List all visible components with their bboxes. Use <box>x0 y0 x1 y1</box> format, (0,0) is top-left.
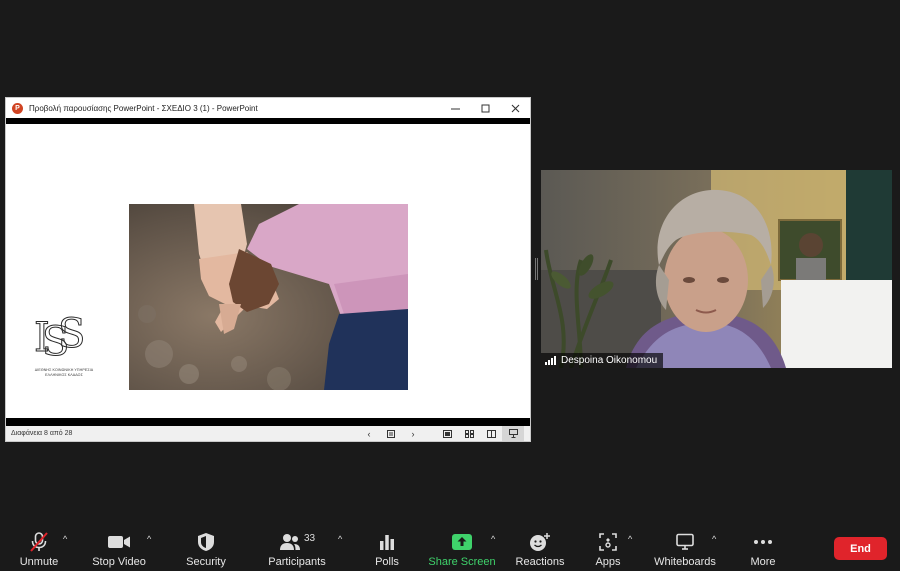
shared-powerpoint-window[interactable]: P Προβολή παρουσίασης PowerPoint - ΣΧΕΔΙ… <box>5 97 531 442</box>
ppt-window-title: Προβολή παρουσίασης PowerPoint - ΣΧΕΔΙΟ … <box>29 103 258 113</box>
share-options-chevron-up-icon[interactable]: ^ <box>491 534 495 544</box>
chevron-right-icon: › <box>411 428 415 439</box>
whiteboard-icon <box>675 528 695 556</box>
slide-show-icon <box>508 429 518 438</box>
audio-options-chevron-up-icon[interactable]: ^ <box>63 534 67 544</box>
chevron-left-icon: ‹ <box>367 428 371 439</box>
security-button[interactable]: Security <box>182 520 230 571</box>
participant-video-frame <box>541 170 892 368</box>
shield-icon <box>197 528 215 556</box>
participants-label: Participants <box>268 556 326 568</box>
share-screen-button[interactable]: Share Screen <box>428 520 496 571</box>
next-slide-button[interactable]: › <box>402 426 424 441</box>
apps-options-chevron-up-icon[interactable]: ^ <box>628 534 632 544</box>
participants-icon: 33 <box>279 528 315 556</box>
participant-name-tag: Despoina Oikonomou <box>541 353 664 368</box>
reading-view-icon <box>486 429 496 438</box>
reactions-button[interactable]: Reactions <box>514 520 566 571</box>
share-screen-label: Share Screen <box>428 556 496 568</box>
normal-view-button[interactable] <box>436 426 458 441</box>
previous-slide-button[interactable]: ‹ <box>358 426 380 441</box>
whiteboards-options-chevron-up-icon[interactable]: ^ <box>712 534 716 544</box>
polls-chart-icon <box>378 528 396 556</box>
muted-microphone-icon <box>28 528 50 556</box>
minimize-icon <box>450 108 460 109</box>
holding-hands-image <box>129 204 408 390</box>
normal-view-icon <box>442 429 452 438</box>
slide-photo-holding-hands <box>129 204 408 390</box>
participant-video-tile[interactable]: Despoina Oikonomou <box>541 170 892 368</box>
video-options-chevron-up-icon[interactable]: ^ <box>147 534 151 544</box>
slide-menu-icon <box>387 429 395 438</box>
whiteboards-label: Whiteboards <box>654 556 716 568</box>
ppt-statusbar: Διαφάνεια 8 από 28 ‹ › <box>6 426 530 441</box>
powerpoint-app-icon: P <box>12 102 23 114</box>
end-meeting-button[interactable]: End <box>834 537 887 560</box>
slide-menu-button[interactable] <box>380 426 402 441</box>
ellipsis-icon <box>753 528 773 556</box>
whiteboards-button[interactable]: Whiteboards <box>652 520 718 571</box>
slide-counter: Διαφάνεια 8 από 28 <box>11 430 73 437</box>
unmute-button[interactable]: Unmute <box>14 520 64 571</box>
slide-show-button[interactable] <box>502 426 524 441</box>
video-camera-icon <box>107 528 131 556</box>
unmute-label: Unmute <box>19 556 59 568</box>
participants-button[interactable]: 33 Participants <box>266 520 328 571</box>
meeting-toolbar: Unmute ^ Stop Video ^ Security 33 Partic… <box>0 520 900 571</box>
meeting-stage: P Προβολή παρουσίασης PowerPoint - ΣΧΕΔΙ… <box>0 0 900 520</box>
pane-resize-handle[interactable] <box>535 258 538 280</box>
stop-video-button[interactable]: Stop Video <box>88 520 150 571</box>
smiley-plus-icon <box>529 528 551 556</box>
maximize-icon <box>481 104 489 112</box>
slide-sorter-icon <box>464 429 474 438</box>
apps-label: Apps <box>595 556 621 568</box>
participants-count-badge: 33 <box>303 532 316 544</box>
slide-canvas[interactable]: I S S ΔΙΕΘΝΗΣ ΚΟΙΝΩΝΙΚΗ ΥΠΗΡΕΣΙΑ ΕΛΛΗΝΙΚ… <box>6 124 530 418</box>
iss-logo-mark: I S S <box>34 311 86 366</box>
share-screen-arrow-icon <box>451 528 473 556</box>
powerpoint-app-icon-letter: P <box>15 104 20 112</box>
reading-view-button[interactable] <box>480 426 502 441</box>
apps-icon <box>598 528 618 556</box>
participants-options-chevron-up-icon[interactable]: ^ <box>338 534 342 544</box>
security-label: Security <box>186 556 226 568</box>
slide-sorter-button[interactable] <box>458 426 480 441</box>
reactions-label: Reactions <box>515 556 565 568</box>
slide-letterbox-bottom <box>6 418 530 426</box>
logo-caption-line1: ΔΙΕΘΝΗΣ ΚΟΙΝΩΝΙΚΗ ΥΠΗΡΕΣΙΑ <box>34 368 94 372</box>
more-label: More <box>750 556 776 568</box>
iss-logo: I S S ΔΙΕΘΝΗΣ ΚΟΙΝΩΝΙΚΗ ΥΠΗΡΕΣΙΑ ΕΛΛΗΝΙΚ… <box>28 311 100 389</box>
close-icon <box>511 104 519 112</box>
polls-button[interactable]: Polls <box>368 520 406 571</box>
logo-caption-line2: ΕΛΛΗΝΙΚΟΣ ΚΛΑΔΟΣ <box>45 373 83 377</box>
more-button[interactable]: More <box>744 520 782 571</box>
participant-name: Despoina Oikonomou <box>561 355 658 366</box>
stop-video-label: Stop Video <box>92 556 146 568</box>
close-button[interactable] <box>500 98 530 118</box>
connection-signal-icon <box>545 356 556 365</box>
maximize-button[interactable] <box>470 98 500 118</box>
apps-button[interactable]: Apps <box>592 520 624 571</box>
svg-text:S: S <box>58 311 85 357</box>
minimize-button[interactable] <box>440 98 470 118</box>
ppt-titlebar[interactable]: P Προβολή παρουσίασης PowerPoint - ΣΧΕΔΙ… <box>6 98 530 118</box>
polls-label: Polls <box>375 556 399 568</box>
